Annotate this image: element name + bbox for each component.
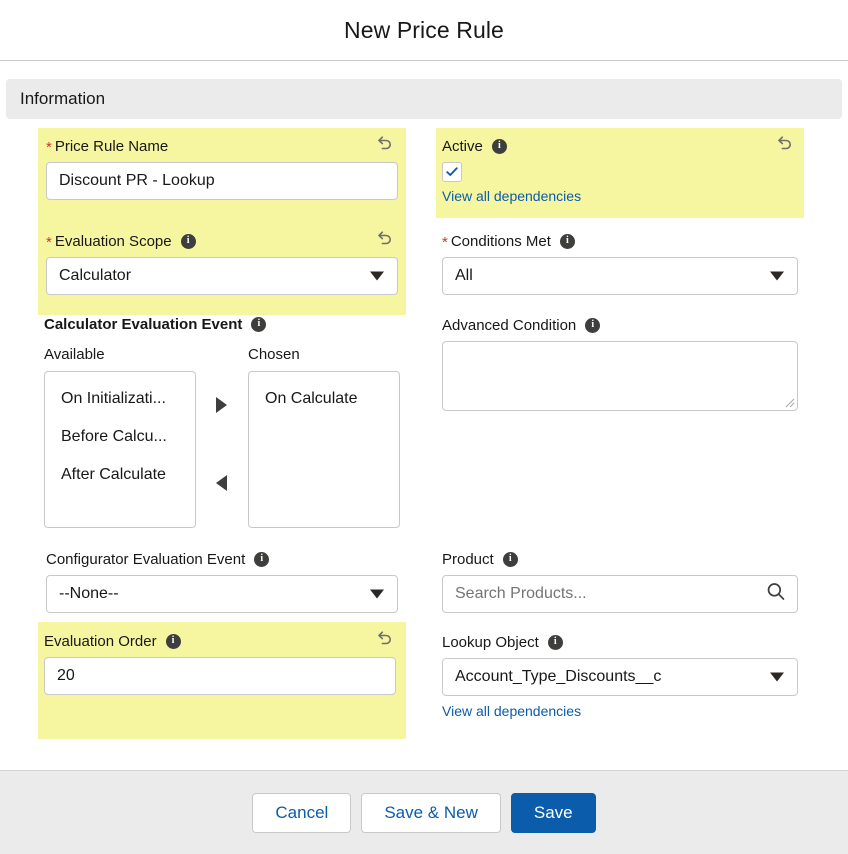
label-text: Lookup Object: [442, 633, 539, 651]
list-item[interactable]: On Initializati...: [45, 380, 195, 418]
required-indicator: *: [46, 138, 52, 156]
required-indicator: *: [46, 233, 52, 251]
list-item[interactable]: After Calculate: [45, 456, 195, 494]
field-label-price-rule-name: * Price Rule Name: [46, 136, 398, 156]
undo-icon-evaluation-order[interactable]: [376, 629, 394, 647]
chosen-column: Chosen On Calculate: [248, 346, 400, 528]
chevron-down-icon: [770, 271, 784, 281]
header-divider: [0, 60, 848, 61]
field-label-product: Product i: [442, 549, 798, 569]
active-checkbox[interactable]: [442, 162, 462, 182]
resize-handle-icon[interactable]: [783, 396, 795, 408]
modal-header: New Price Rule: [0, 0, 848, 60]
evaluation-order-input[interactable]: 20: [44, 657, 396, 695]
field-label-evaluation-scope: * Evaluation Scope i: [46, 231, 398, 251]
chevron-down-icon: [370, 589, 384, 599]
info-icon-active[interactable]: i: [491, 138, 507, 154]
lookup-object-value: Account_Type_Discounts__c: [455, 668, 662, 685]
field-price-rule-name: * Price Rule Name Discount PR - Lookup: [46, 136, 398, 200]
lookup-object-select[interactable]: Account_Type_Discounts__c: [442, 658, 798, 696]
field-label-lookup-object: Lookup Object i: [442, 632, 798, 652]
section-header-label: Information: [20, 89, 106, 108]
label-text: Evaluation Order: [44, 632, 157, 650]
label-text: Advanced Condition: [442, 316, 577, 334]
field-label-active: Active i: [442, 136, 798, 156]
available-listbox[interactable]: On Initializati... Before Calcu... After…: [44, 371, 196, 528]
section-header-information[interactable]: Information: [6, 79, 842, 119]
info-icon-evaluation-order[interactable]: i: [165, 633, 181, 649]
field-evaluation-scope: * Evaluation Scope i Calculator: [46, 231, 398, 295]
available-label: Available: [44, 346, 105, 363]
move-left-icon[interactable]: [216, 475, 227, 491]
undo-icon-price-rule-name[interactable]: [376, 134, 394, 152]
move-right-icon[interactable]: [216, 397, 227, 413]
active-view-dependencies-link[interactable]: View all dependencies: [442, 188, 798, 204]
chevron-down-icon: [370, 271, 384, 281]
conditions-met-value: All: [455, 267, 473, 284]
field-configurator-evaluation-event: Configurator Evaluation Event i --None--: [46, 549, 398, 613]
price-rule-name-input[interactable]: Discount PR - Lookup: [46, 162, 398, 200]
field-active: Active i View all dependencies: [442, 136, 798, 204]
price-rule-name-value: Discount PR - Lookup: [59, 172, 215, 189]
product-search-placeholder: Search Products...: [455, 585, 587, 602]
field-product: Product i Search Products...: [442, 549, 798, 613]
save-and-new-button[interactable]: Save & New: [361, 792, 501, 833]
field-evaluation-order: Evaluation Order i 20: [44, 631, 398, 695]
label-text: Product: [442, 550, 494, 568]
label-text: Conditions Met: [450, 232, 551, 250]
field-lookup-object: Lookup Object i Account_Type_Discounts__…: [442, 632, 798, 719]
label-text: Calculator Evaluation Event: [44, 315, 243, 333]
check-icon: [446, 167, 458, 176]
page-title: New Price Rule: [344, 16, 504, 43]
evaluation-scope-select[interactable]: Calculator: [46, 257, 398, 295]
info-icon-calculator-evaluation-event[interactable]: i: [251, 316, 267, 332]
undo-icon-evaluation-scope[interactable]: [376, 229, 394, 247]
field-label-conditions-met: * Conditions Met i: [442, 231, 798, 251]
list-item[interactable]: On Calculate: [249, 380, 399, 418]
lookup-object-view-dependencies-link[interactable]: View all dependencies: [442, 703, 798, 719]
new-price-rule-modal: New Price Rule Information * Price Rule …: [0, 0, 848, 854]
chevron-down-icon: [770, 672, 784, 682]
info-icon-advanced-condition[interactable]: i: [585, 317, 601, 333]
field-label-calculator-evaluation-event: Calculator Evaluation Event i: [44, 314, 404, 334]
evaluation-order-value: 20: [57, 667, 75, 684]
field-label-evaluation-order: Evaluation Order i: [44, 631, 398, 651]
undo-icon-active[interactable]: [776, 134, 794, 152]
field-label-advanced-condition: Advanced Condition i: [442, 315, 798, 335]
field-conditions-met: * Conditions Met i All: [442, 231, 798, 295]
configurator-evaluation-event-value: --None--: [59, 585, 119, 602]
cancel-button[interactable]: Cancel: [252, 792, 352, 833]
search-icon[interactable]: [766, 582, 786, 607]
required-indicator: *: [442, 233, 448, 251]
conditions-met-select[interactable]: All: [442, 257, 798, 295]
info-icon-conditions-met[interactable]: i: [559, 233, 575, 249]
field-calculator-evaluation-event: Calculator Evaluation Event i Available …: [44, 314, 404, 528]
advanced-condition-textarea[interactable]: [442, 341, 798, 411]
label-text: Active: [442, 137, 483, 155]
chosen-listbox[interactable]: On Calculate: [248, 371, 400, 528]
list-item[interactable]: Before Calcu...: [45, 418, 195, 456]
info-icon-configurator-evaluation-event[interactable]: i: [254, 551, 270, 567]
evaluation-scope-value: Calculator: [59, 267, 132, 284]
field-advanced-condition: Advanced Condition i: [442, 315, 798, 411]
form-body: * Price Rule Name Discount PR - Lookup *…: [0, 119, 848, 770]
product-search-input[interactable]: Search Products...: [442, 575, 798, 613]
info-icon-lookup-object[interactable]: i: [547, 634, 563, 650]
label-text: Configurator Evaluation Event: [46, 550, 246, 568]
label-text: Evaluation Scope: [54, 232, 172, 250]
configurator-evaluation-event-select[interactable]: --None--: [46, 575, 398, 613]
available-column: Available On Initializati... Before Calc…: [44, 346, 196, 528]
info-icon-product[interactable]: i: [502, 551, 518, 567]
field-label-configurator-evaluation-event: Configurator Evaluation Event i: [46, 549, 398, 569]
modal-footer: Cancel Save & New Save: [0, 770, 848, 854]
chosen-label: Chosen: [248, 346, 300, 363]
info-icon-evaluation-scope[interactable]: i: [180, 233, 196, 249]
label-text: Price Rule Name: [54, 137, 169, 155]
save-button[interactable]: Save: [510, 792, 596, 833]
